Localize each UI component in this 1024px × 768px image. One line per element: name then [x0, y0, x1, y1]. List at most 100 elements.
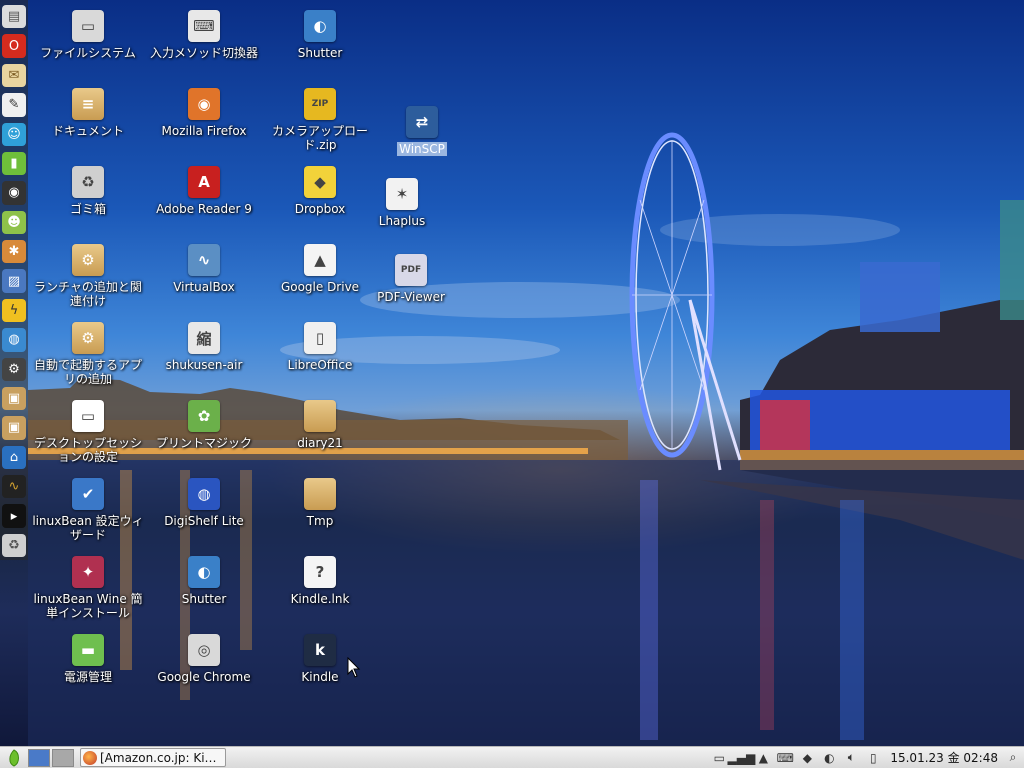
desktop-icon-kindle-lnk[interactable]: ? Kindle.lnk — [262, 556, 378, 606]
desktop-icon-file-system[interactable]: ▭ ファイルシステム — [30, 10, 146, 60]
clock[interactable]: 15.01.23 金 02:48 — [890, 749, 998, 766]
chat-icon[interactable]: ☺ — [2, 122, 26, 146]
power-manager-icon: ▬ — [72, 634, 104, 666]
taskbar-window-title: [Amazon.co.jp: Ki… — [100, 750, 217, 765]
signal-bars-icon[interactable]: ▂▄▆ — [728, 750, 756, 766]
desktop-icon-libreoffice[interactable]: ▯ LibreOffice — [262, 322, 378, 372]
digishelf-icon: ◍ — [188, 478, 220, 510]
google-drive-icon[interactable]: ▲ — [754, 750, 772, 766]
file-manager-icon[interactable]: ▤ — [2, 5, 26, 29]
bean-logo-icon — [9, 748, 19, 767]
network-icon[interactable]: ◍ — [2, 328, 26, 352]
google-drive-icon: ▲ — [304, 244, 336, 276]
mouse-cursor-icon — [347, 657, 361, 678]
image-viewer-icon[interactable]: ▨ — [2, 269, 26, 293]
desktop-icon-label: Shutter — [297, 46, 343, 60]
desktop-icon-label: Kindle — [301, 670, 339, 684]
desktop-icon-label: Lhaplus — [378, 214, 426, 228]
battery-icon[interactable]: ▭ — [710, 750, 728, 766]
start-menu-button[interactable] — [2, 748, 26, 768]
desktop-icon-label: ランチャの追加と関連付け — [34, 280, 142, 308]
keyboard-icon[interactable]: ⌨ — [776, 750, 794, 766]
taskbar: [Amazon.co.jp: Ki… ▭ ▂▄▆ ▲ ⌨ ◆ ◐ 🔈︎ ▯ 15… — [0, 746, 1024, 768]
winscp-icon: ⇄ — [406, 106, 438, 138]
search-icon[interactable]: ⌕ — [1004, 750, 1022, 766]
launcher-settings-icon: ⚙ — [72, 244, 104, 276]
file-system-icon: ▭ — [72, 10, 104, 42]
virtualbox-icon: ∿ — [188, 244, 220, 276]
bug-icon[interactable]: ☻ — [2, 210, 26, 234]
desktop-icon-google-chrome[interactable]: ◎ Google Chrome — [146, 634, 262, 684]
desktop-icon-label: linuxBean Wine 簡単インストール — [33, 592, 143, 620]
taskbar-window-button[interactable]: [Amazon.co.jp: Ki… — [80, 748, 226, 767]
desktop-icon-autostart-settings[interactable]: ⚙ 自動で起動するアプリの追加 — [30, 322, 146, 386]
desktop-icon-documents[interactable]: ≡ ドキュメント — [30, 88, 146, 138]
package-install-icon[interactable]: ▣ — [2, 416, 26, 440]
desktop-icon-label: Tmp — [306, 514, 334, 528]
desktop-icon-launcher-settings[interactable]: ⚙ ランチャの追加と関連付け — [30, 244, 146, 308]
workspace-2-button[interactable] — [52, 748, 74, 767]
desktop-icon-label: Adobe Reader 9 — [156, 202, 252, 216]
libreoffice-icon: ▯ — [304, 322, 336, 354]
paint-icon[interactable]: ✱ — [2, 240, 26, 264]
dropbox-icon[interactable]: ◆ — [798, 750, 816, 766]
camera-upload-zip-icon: ZIP — [304, 88, 336, 120]
system-tray: ▭ ▂▄▆ ▲ ⌨ ◆ ◐ 🔈︎ ▯ 15.01.23 金 02:48 ⌕ — [708, 747, 1024, 768]
desktop-icon-label: ゴミ箱 — [69, 202, 106, 216]
desktop-icon-camera-upload-zip[interactable]: ZIP カメラアップロード.zip — [262, 88, 378, 152]
setup-wizard-icon: ✔ — [72, 478, 104, 510]
desktop-icon-label: Kindle.lnk — [290, 592, 350, 606]
desktop-icon-power-manager[interactable]: ▬ 電源管理 — [30, 634, 146, 684]
desktop-icon-label: Shutter — [181, 592, 227, 606]
desktop-icon-label: Mozilla Firefox — [161, 124, 247, 138]
clipboard-icon[interactable]: ▯ — [864, 750, 882, 766]
desktop-icon-tmp-folder[interactable]: Tmp — [262, 478, 378, 528]
print-magic-icon: ✿ — [188, 400, 220, 432]
desktop-icon-label: ドキュメント — [51, 124, 124, 138]
pdf-viewer-icon: PDF — [395, 254, 427, 286]
media-player-icon[interactable]: ◉ — [2, 181, 26, 205]
desktop-icon-setup-wizard[interactable]: ✔ linuxBean 設定ウィザード — [30, 478, 146, 542]
desktop-icon-diary21-folder[interactable]: diary21 — [262, 400, 378, 450]
desktop-icon-shukusen-air[interactable]: 縮 shukusen-air — [146, 322, 262, 372]
shutter-icon[interactable]: ◐ — [820, 750, 838, 766]
desktop-icon-lhaplus[interactable]: ✶ Lhaplus — [344, 178, 460, 228]
system-monitor-icon[interactable]: ∿ — [2, 475, 26, 499]
gear-icon[interactable]: ⚙ — [2, 357, 26, 381]
diary21-folder-icon — [304, 400, 336, 432]
package-icon[interactable]: ▣ — [2, 386, 26, 411]
desktop-icon-print-magic[interactable]: ✿ プリントマジック — [146, 400, 262, 450]
desktop-icon-firefox[interactable]: ◉ Mozilla Firefox — [146, 88, 262, 138]
terminal-icon[interactable]: ▸ — [2, 504, 26, 528]
desktop-icon-input-method[interactable]: ⌨ 入力メソッド切換器 — [146, 10, 262, 60]
notes-icon[interactable]: ▮ — [2, 151, 26, 176]
autostart-settings-icon: ⚙ — [72, 322, 104, 354]
desktop-icon-adobe-reader[interactable]: A Adobe Reader 9 — [146, 166, 262, 216]
desktop-icon-label: Google Chrome — [157, 670, 251, 684]
desktop-icon-label: 電源管理 — [63, 670, 112, 684]
desktop-icon-label: デスクトップセッションの設定 — [33, 436, 142, 464]
desktop-icon-digishelf[interactable]: ◍ DigiShelf Lite — [146, 478, 262, 528]
adobe-reader-icon: A — [188, 166, 220, 198]
workspace-1-button[interactable] — [28, 748, 50, 767]
desktop-icon-shutter[interactable]: ◐ Shutter — [146, 556, 262, 606]
desktop-icon-label: PDF-Viewer — [377, 290, 445, 304]
desktop-icon-label: diary21 — [297, 436, 343, 450]
mail-icon[interactable]: ✉ — [2, 63, 26, 88]
text-editor-icon[interactable]: ✎ — [2, 93, 26, 117]
desktop-icon-virtualbox[interactable]: ∿ VirtualBox — [146, 244, 262, 294]
desktop-icon-label: DigiShelf Lite — [164, 514, 244, 528]
desktop-icon-label: プリントマジック — [155, 436, 252, 450]
firefox-icon: ◉ — [188, 88, 220, 120]
desktop-icon-trash[interactable]: ♻ ゴミ箱 — [30, 166, 146, 216]
lightning-icon[interactable]: ϟ — [2, 298, 26, 323]
desktop-icon-wine-installer[interactable]: ✦ linuxBean Wine 簡単インストール — [30, 556, 146, 620]
desktop-icon-pdf-viewer[interactable]: PDF PDF-Viewer — [353, 254, 469, 304]
desktop-icon-winscp[interactable]: ⇄ WinSCP — [364, 106, 480, 156]
desktop-icon-shutter-2[interactable]: ◐ Shutter — [262, 10, 378, 60]
volume-icon[interactable]: 🔈︎ — [842, 750, 860, 766]
opera-icon[interactable]: O — [2, 34, 26, 58]
store-icon[interactable]: ⌂ — [2, 445, 26, 469]
trash-icon[interactable]: ♻ — [2, 533, 26, 558]
desktop-icon-desktop-session[interactable]: ▭ デスクトップセッションの設定 — [30, 400, 146, 464]
